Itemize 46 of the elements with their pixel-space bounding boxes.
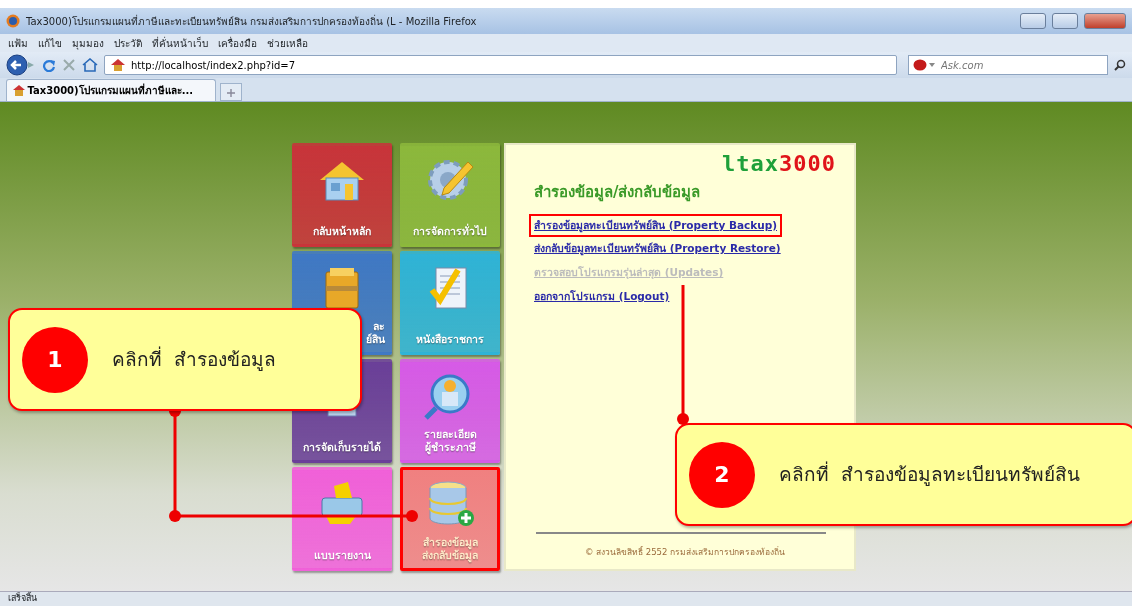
callout-text: คลิกที่ สำรองข้อมูลทะเบียนทรัพย์สิน [779,460,1081,488]
tile-label: ย์สิน [365,332,385,346]
panel-title: สำรองข้อมูล/ส่งกลับข้อมูล [534,182,702,204]
site-icon [110,58,126,72]
menu-link[interactable]: สำรองข้อมูลทะเบียนทรัพย์สิน (Property Backup) [529,213,782,238]
window-title: Tax3000)โปรแกรมแผนที่ภาษีและทะเบียนทรัพย์สิน กรมส่งเสริมการปกครองท้องถิ่น (L - Mozilla Firefox [26,13,478,29]
tile-label: แบบรายงาน [313,548,371,562]
tile-label: หนังสือราชการ [416,332,484,346]
back-icon [6,54,36,76]
copyright-text: © สงวนลิขสิทธิ์ 2552 กรมส่งเสริมการปกครองท้องถิ่น [583,546,787,559]
step-number: 1 [22,326,88,393]
tile-label: การจัดเก็บรายได้ [303,440,381,454]
step-number: 2 [689,441,755,508]
plus-icon [227,88,235,97]
menu-tile[interactable]: กลับหน้าหลัก [292,143,392,247]
address-field[interactable]: http://localhost/index2.php?id=7 [104,55,897,75]
site-icon [13,85,25,96]
menu-item[interactable]: ประวัติ [114,35,142,51]
browser-logo-icon [6,14,20,28]
tile-label: กลับหน้าหลัก [313,224,371,238]
menu-item[interactable]: มุมมอง [72,35,104,51]
callout-text: คลิกที่ สำรองข้อมูล [112,345,277,373]
home-icon [82,58,98,72]
logo: ltax3000 [721,153,836,175]
menu-item[interactable]: ที่คั่นหน้าเว็บ [152,35,208,51]
menu-item[interactable]: แฟ้ม [8,35,28,51]
status-text: เสร็จสิ้น [0,591,1132,606]
tile-label: ละ [371,319,385,333]
tile-label: ส่งกลับข้อมูล [422,548,478,562]
tile-label: รายละเอียด [423,427,477,441]
maximize-button[interactable] [1052,13,1078,29]
browser-tab[interactable]: Tax3000)โปรแกรมแผนที่ภาษีและ... [6,79,216,101]
menu-item[interactable]: เครื่องมือ [218,35,257,51]
tile-label: สำรองข้อมูล [422,535,478,549]
search-icon [1114,59,1126,71]
search-field[interactable]: Ask.com [908,55,1108,75]
search-engine-icon [913,59,935,71]
tile-label: ผู้ชำระภาษี [423,440,477,454]
menu-item[interactable]: แก้ไข [38,35,62,51]
new-tab-button[interactable] [220,83,242,101]
minimize-button[interactable] [1020,13,1046,29]
reload-icon [42,58,56,72]
menu-item[interactable]: ช่วยเหลือ [267,35,308,51]
close-button[interactable] [1084,13,1126,29]
tile-label: การจัดการทั่วไป [413,224,487,238]
stop-icon [62,58,76,72]
